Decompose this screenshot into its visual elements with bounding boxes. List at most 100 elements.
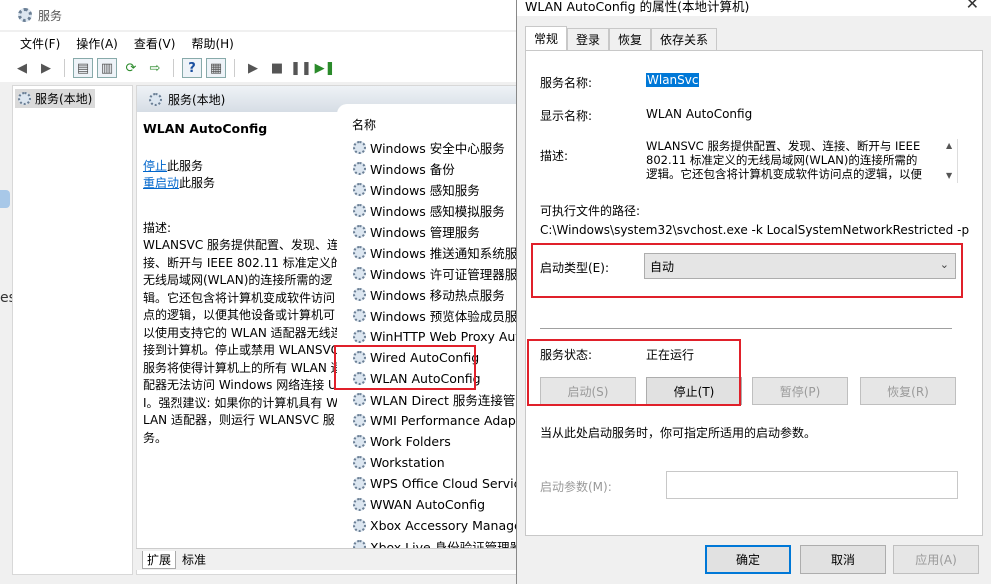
window-titlebar: 服务 [0,0,520,30]
menu-view[interactable]: 查看(V) [134,35,176,52]
service-row[interactable]: Windows 预览体验成员服务 [353,305,530,326]
tab-general[interactable]: 常规 [525,26,568,50]
cancel-button[interactable]: 取消 [800,545,886,574]
mmc-view-icon[interactable]: ▦ [206,58,226,78]
service-row[interactable]: Windows 安全中心服务 [353,137,505,158]
help-icon[interactable]: ? [182,58,202,78]
service-row[interactable]: Windows 移动热点服务 [353,284,505,305]
highlight-box-status [527,339,741,406]
service-row[interactable]: Windows 管理服务 [353,221,480,242]
export-list-icon[interactable]: ⇨ [145,58,165,78]
bottom-tab-strip: 扩展 标准 [136,548,520,570]
menu-file[interactable]: 文件(F) [20,35,60,52]
refresh-icon[interactable]: ⟳ [121,58,141,78]
extended-description-panel: WLAN AutoConfig 停止此服务 重启动此服务 描述: WLANSVC… [143,120,343,447]
forward-arrow-icon[interactable]: ▶ [36,58,56,78]
service-name: Windows 推送通知系统服务 [370,246,530,261]
description-line: 逻辑。它还包含将计算机变成软件访问点的逻辑，以便 [646,167,922,181]
description-line: WLANSVC 服务提供配置、发现、连接、断开与 IEEE [646,139,921,153]
scroll-down-icon[interactable]: ▼ [946,171,952,180]
service-row[interactable]: Windows 备份 [353,158,455,179]
start-params-hint: 当从此处启动服务时，你可指定所适用的启动参数。 [540,426,817,440]
service-gear-icon [353,246,366,259]
resume-button[interactable]: 恢复(R) [860,377,956,405]
toolbar-separator [173,59,174,77]
service-gear-icon [353,141,366,154]
services-gear-icon [149,92,162,106]
service-name: WinHTTP Web Proxy Auto [370,329,528,344]
toolbar-separator [64,59,65,77]
service-name: Workstation [370,455,445,470]
service-gear-icon [353,393,366,406]
service-row[interactable]: Workstation [353,452,445,473]
pause-icon[interactable]: ❚❚ [290,58,312,78]
service-gear-icon [353,477,366,490]
console-tree-icon[interactable]: ▤ [73,58,93,78]
service-gear-icon [353,204,366,217]
service-row[interactable]: WinHTTP Web Proxy Auto [353,326,528,347]
menu-help[interactable]: 帮助(H) [191,35,233,52]
service-row[interactable]: Windows 感知服务 [353,179,480,200]
service-gear-icon [353,183,366,196]
description-label: 描述: [143,220,172,235]
service-name: WLAN Direct 服务连接管 [370,393,516,408]
service-row[interactable]: Work Folders [353,431,451,452]
service-row[interactable]: Windows 感知模拟服务 [353,200,505,221]
service-name: WPS Office Cloud Service [370,476,529,491]
play-icon[interactable]: ▶ [243,58,263,78]
close-icon[interactable]: ✕ [966,0,979,13]
service-gear-icon [353,330,366,343]
menu-bar: 文件(F) 操作(A) 查看(V) 帮助(H) [0,32,520,54]
toolbar-separator [234,59,235,77]
scroll-up-icon[interactable]: ▲ [946,141,952,150]
tab-logon[interactable]: 登录 [567,28,610,50]
service-gear-icon [353,225,366,238]
description-box[interactable]: WLANSVC 服务提供配置、发现、连接、断开与 IEEE 802.11 标准定… [646,139,958,183]
tab-standard[interactable]: 标准 [178,551,210,568]
back-arrow-icon[interactable]: ◀ [12,58,32,78]
service-name: Windows 感知模拟服务 [370,204,505,219]
toolbar: ◀ ▶ ▤ ▥ ⟳ ⇨ ? ▦ ▶ ■ ❚❚ ▶❚ [0,54,520,82]
service-name-label: 服务名称: [540,76,593,90]
service-gear-icon [353,267,366,280]
service-name: Work Folders [370,434,451,449]
selected-service-title: WLAN AutoConfig [143,121,268,136]
service-gear-icon [353,162,366,175]
apply-button[interactable]: 应用(A) [893,545,979,574]
tree-item-services-local[interactable]: 服务(本地) [15,89,96,108]
divider [540,328,952,329]
path-value[interactable]: C:\Windows\system32\svchost.exe -k Local… [540,223,969,237]
restart-service-link[interactable]: 重启动 [143,176,179,190]
column-header-name[interactable]: 名称 [352,116,376,133]
service-row[interactable]: WWAN AutoConfig [353,494,485,515]
tab-recovery[interactable]: 恢复 [609,28,652,50]
service-row[interactable]: WPS Office Cloud Service [353,473,528,494]
services-gear-icon [18,8,32,22]
start-params-input[interactable] [666,471,958,499]
display-name-value[interactable]: WLAN AutoConfig [646,107,752,121]
tab-extended[interactable]: 扩展 [142,551,177,569]
stop-icon[interactable]: ■ [267,58,287,78]
service-row[interactable]: Xbox Accessory Manage [353,515,522,536]
stop-service-link[interactable]: 停止 [143,159,167,173]
service-row[interactable]: Windows 许可证管理器服务 [353,263,530,284]
help-badge-icon [0,190,10,208]
console-tree: 服务(本地) [12,85,133,575]
service-name: Windows 移动热点服务 [370,288,505,303]
properties-list-icon[interactable]: ▥ [97,58,117,78]
service-name: Windows 备份 [370,162,455,177]
dialog-title: WLAN AutoConfig 的属性(本地计算机) [517,0,991,16]
stop-link-suffix: 此服务 [167,158,204,173]
service-row[interactable]: WLAN Direct 服务连接管 [353,389,515,410]
description-line: 802.11 标准定义的无线局域网(WLAN)的连接所需的 [646,153,918,167]
pause-button[interactable]: 暂停(P) [752,377,848,405]
resume-icon[interactable]: ▶❚ [315,58,336,78]
service-name: Windows 预览体验成员服务 [370,309,530,324]
ok-button[interactable]: 确定 [705,545,791,574]
service-name-value[interactable]: WlanSvc [646,73,700,87]
menu-action[interactable]: 操作(A) [76,35,118,52]
tab-dependencies[interactable]: 依存关系 [651,28,718,50]
service-row[interactable]: WMI Performance Adapt [353,410,521,431]
tree-item-label: 服务(本地) [35,92,93,106]
service-row[interactable]: Windows 推送通知系统服务 [353,242,530,263]
